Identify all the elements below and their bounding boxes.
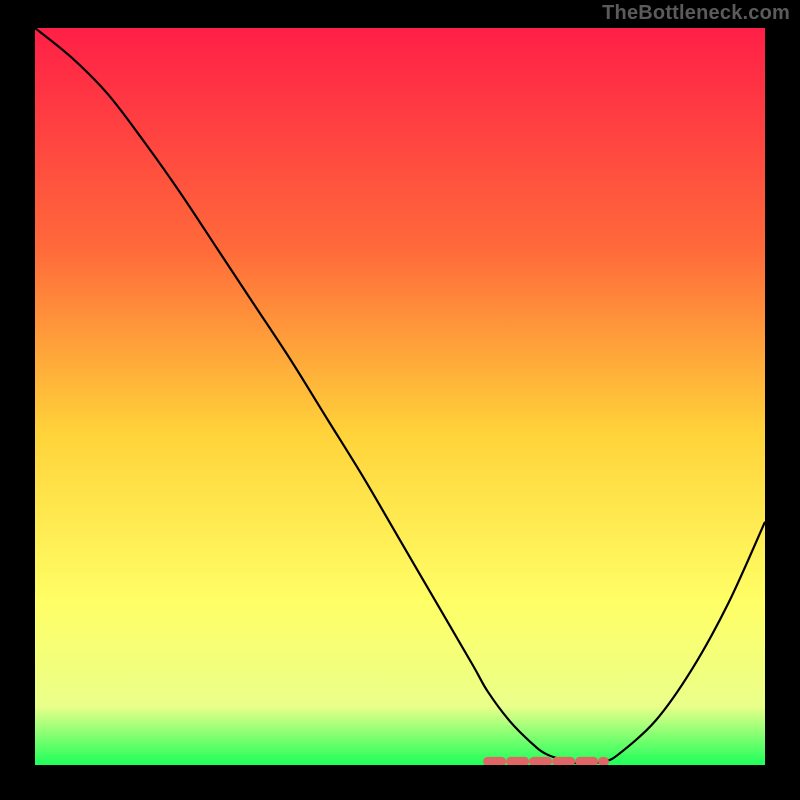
chart-container: TheBottleneck.com: [0, 0, 800, 800]
watermark-text: TheBottleneck.com: [602, 2, 790, 25]
chart-svg: [35, 28, 765, 765]
gradient-backdrop: [35, 28, 765, 765]
plot-area: [35, 28, 765, 765]
